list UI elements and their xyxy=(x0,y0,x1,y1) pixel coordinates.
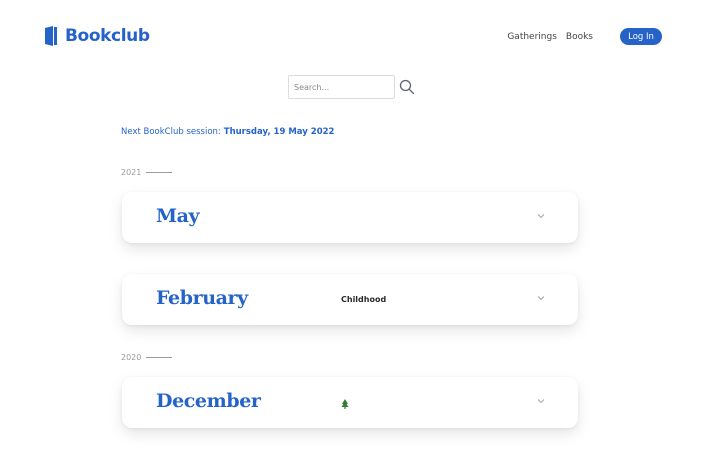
divider-line xyxy=(146,357,173,358)
main-nav: Gatherings Books Log In xyxy=(507,28,662,45)
year-label: 2020 xyxy=(121,353,142,362)
search-button[interactable] xyxy=(398,78,416,96)
chevron-down-icon[interactable] xyxy=(536,293,546,303)
month-card-february[interactable]: February Childhood xyxy=(122,274,578,325)
nav-books-link[interactable]: Books xyxy=(566,32,593,42)
login-button[interactable]: Log In xyxy=(620,28,662,45)
month-title: May xyxy=(156,205,200,227)
year-divider-2020: 2020 xyxy=(121,353,173,362)
month-title: December xyxy=(156,390,261,412)
next-session-info: Next BookClub session: Thursday, 19 May 2… xyxy=(121,127,334,137)
year-label: 2021 xyxy=(121,168,142,177)
next-session-label: Next BookClub session: xyxy=(121,127,221,137)
brand-name: Bookclub xyxy=(65,26,150,46)
top-bar: Bookclub Gatherings Books Log In xyxy=(0,0,702,76)
divider-line xyxy=(146,172,173,173)
next-session-date: Thursday, 19 May 2022 xyxy=(223,127,335,137)
month-title: February xyxy=(156,287,248,309)
month-theme: Childhood xyxy=(341,295,387,304)
brand-logo[interactable]: Bookclub xyxy=(44,26,150,46)
chevron-down-icon[interactable] xyxy=(536,396,546,406)
search-icon xyxy=(399,79,415,95)
search-input[interactable] xyxy=(288,75,395,99)
nav-gatherings-link[interactable]: Gatherings xyxy=(507,32,557,42)
door-book-icon xyxy=(45,26,57,46)
year-divider-2021: 2021 xyxy=(121,168,173,177)
tree-icon xyxy=(341,399,349,409)
month-card-december[interactable]: December xyxy=(122,377,578,428)
chevron-down-icon[interactable] xyxy=(536,211,546,221)
search-bar xyxy=(288,75,416,99)
month-card-may[interactable]: May xyxy=(122,192,578,243)
